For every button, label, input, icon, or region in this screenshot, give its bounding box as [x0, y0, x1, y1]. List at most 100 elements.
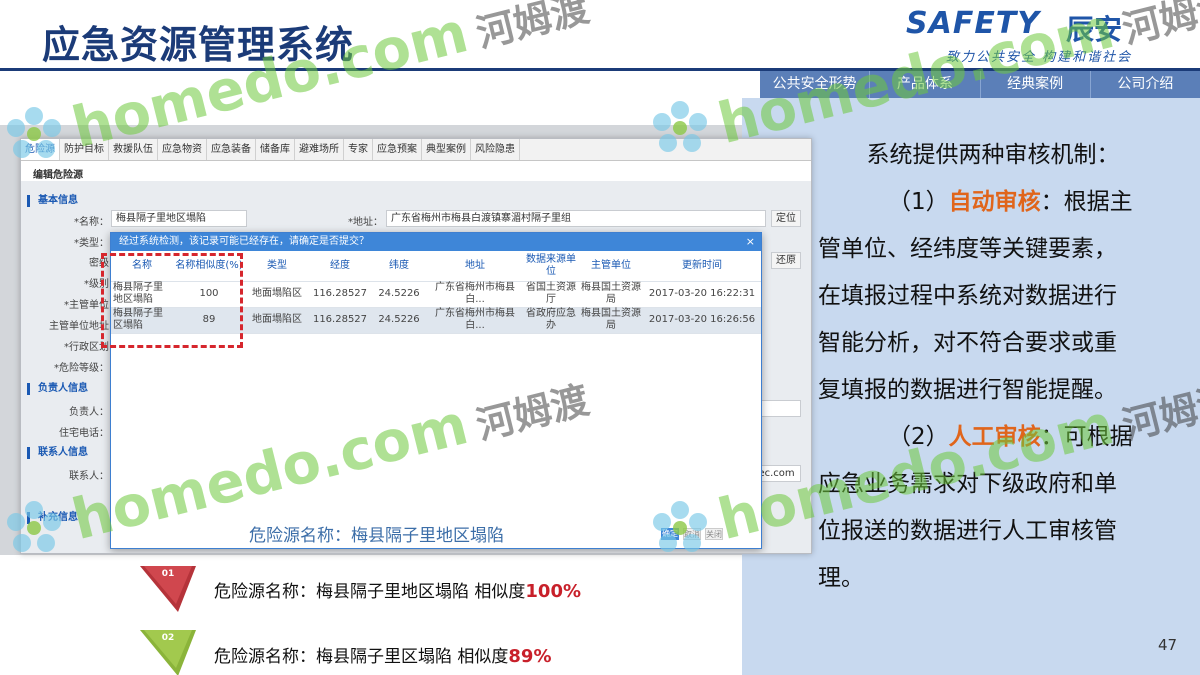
nav-item-company[interactable]: 公司介绍 — [1091, 71, 1200, 98]
manual-text-4: 理。 — [818, 565, 864, 591]
logo-slogan: 致力公共安全 构建和谐社会 — [946, 50, 1133, 65]
nav-item-cases[interactable]: 经典案例 — [981, 71, 1091, 98]
col-type: 类型 — [245, 251, 309, 282]
ribbon-02: 02 — [140, 630, 196, 675]
restore-button[interactable]: 还原 — [771, 252, 801, 269]
cell-address: 广东省梅州市梅县白... — [427, 281, 523, 308]
section-contact-info: 联系人信息 — [27, 447, 88, 459]
bottom-line-2: 危险源名称：梅县隔子里区塌陷 相似度89% — [214, 642, 552, 667]
label-danger-level: *危险等级： — [54, 363, 109, 374]
section-basic-info: 基本信息 — [27, 195, 78, 207]
manual-review-line: （2）人工审核：可根据 — [818, 414, 1168, 461]
logo-chinese: 辰安 — [1066, 13, 1123, 46]
manual-prefix: （2） — [888, 424, 949, 450]
name-field[interactable]: 梅县隔子里地区塌陷 — [111, 210, 247, 227]
col-update-time: 更新时间 — [643, 251, 761, 282]
cell-update-time: 2017-03-20 16:26:56 — [643, 307, 761, 334]
close-icon[interactable]: × — [746, 233, 755, 251]
tab-supplies[interactable]: 应急物资 — [158, 139, 207, 160]
nav-item-security-situation[interactable]: 公共安全形势 — [760, 71, 871, 98]
intro-line: 系统提供两种审核机制： — [866, 142, 1120, 168]
cancel-button[interactable]: 取消 — [683, 528, 701, 540]
tab-shelter[interactable]: 避难场所 — [295, 139, 344, 160]
cell-latitude: 24.5226 — [371, 281, 427, 308]
dialog-caption: 危险源名称：梅县隔子里地区塌陷 — [249, 526, 504, 546]
slide-title: 应急资源管理系统 — [42, 23, 355, 67]
tab-warehouse[interactable]: 储备库 — [256, 139, 295, 160]
cell-longitude: 116.28527 — [309, 307, 371, 334]
dialog-header: 经过系统检测，该记录可能已经存在，请确定是否提交？ × — [111, 233, 761, 251]
label-secret-level: 密级 — [89, 258, 109, 269]
description-text: 系统提供两种审核机制： （1）自动审核：根据主 管单位、经纬度等关键要素， 在填… — [818, 132, 1168, 602]
top-nav: 公共安全形势 产品体系 经典案例 公司介绍 — [760, 71, 1200, 98]
locate-button[interactable]: 定位 — [771, 210, 801, 227]
label-region: *行政区划 — [64, 342, 109, 353]
auto-text-4: 智能分析，对不符合要求或重 — [818, 330, 1117, 356]
label-level: *级别 — [84, 279, 109, 290]
label-address: *地址： — [348, 217, 383, 228]
tab-expert[interactable]: 专家 — [344, 139, 373, 160]
tab-plan[interactable]: 应急预案 — [373, 139, 422, 160]
tab-equipment[interactable]: 应急装备 — [207, 139, 256, 160]
cell-source-unit: 省政府应急办 — [523, 307, 579, 334]
col-source-unit: 数据来源单位 — [523, 251, 579, 282]
ribbon-number: 02 — [161, 633, 175, 643]
cell-latitude: 24.5226 — [371, 307, 427, 334]
label-unit-address: 主管单位地址 — [49, 321, 109, 332]
cell-type: 地面塌陷区 — [245, 281, 309, 308]
manual-text-1: ：可根据 — [1040, 424, 1133, 450]
person-extra-field[interactable] — [761, 400, 801, 417]
section-extra-info: 补充信息 — [27, 512, 78, 524]
col-latitude: 纬度 — [371, 251, 427, 282]
dialog-title: 经过系统检测，该记录可能已经存在，请确定是否提交？ — [119, 236, 369, 247]
tab-case[interactable]: 典型案例 — [422, 139, 471, 160]
label-unit: *主管单位 — [64, 300, 109, 311]
manual-review-label: 人工审核 — [948, 424, 1041, 450]
cell-type: 地面塌陷区 — [245, 307, 309, 334]
highlight-dashed-box — [101, 253, 243, 348]
label-name: *名称： — [74, 217, 109, 228]
tab-protection-target[interactable]: 防护目标 — [60, 139, 109, 160]
auto-review-line: （1）自动审核：根据主 — [818, 179, 1168, 226]
auto-text-1: ：根据主 — [1040, 189, 1133, 215]
ribbon-number: 01 — [161, 569, 175, 579]
manual-text-3: 位报送的数据进行人工审核管 — [818, 518, 1117, 544]
bottom-line-text: 危险源名称：梅县隔子里地区塌陷 相似度 — [214, 582, 526, 602]
company-logo: SAFETY 辰安 致力公共安全 构建和谐社会 — [906, 6, 1166, 65]
nav-item-products[interactable]: 产品体系 — [870, 71, 981, 98]
tab-risk[interactable]: 风险隐患 — [471, 139, 520, 160]
resource-tabs: 危险源 防护目标 救援队伍 应急物资 应急装备 储备库 避难场所 专家 应急预案… — [21, 139, 811, 161]
manual-text-2: 应急业务需求对下级政府和单 — [818, 471, 1117, 497]
col-address: 地址 — [427, 251, 523, 282]
col-longitude: 经度 — [309, 251, 371, 282]
tab-hazard-source[interactable]: 危险源 — [21, 139, 60, 160]
tab-rescue-team[interactable]: 救援队伍 — [109, 139, 158, 160]
cell-address: 广东省梅州市梅县白... — [427, 307, 523, 334]
cell-manager-unit: 梅县国土资源局 — [579, 307, 643, 334]
page-number: 47 — [1158, 636, 1178, 654]
bottom-line-text: 危险源名称：梅县隔子里区塌陷 相似度 — [214, 647, 509, 667]
logo-english: SAFETY — [906, 6, 1040, 41]
label-home-phone: 住宅电话： — [59, 428, 109, 439]
close-button[interactable]: 关闭 — [705, 528, 723, 540]
cell-update-time: 2017-03-20 16:22:31 — [643, 281, 761, 308]
bottom-line-1: 危险源名称：梅县隔子里地区塌陷 相似度100% — [214, 577, 581, 602]
auto-text-2: 管单位、经纬度等关键要素， — [818, 236, 1117, 262]
auto-review-label: 自动审核 — [948, 189, 1041, 215]
col-manager-unit: 主管单位 — [579, 251, 643, 282]
dialog-buttons: 确定 取消 关闭 — [661, 528, 723, 540]
auto-text-3: 在填报过程中系统对数据进行 — [818, 283, 1117, 309]
cell-manager-unit: 梅县国土资源局 — [579, 281, 643, 308]
cell-longitude: 116.28527 — [309, 281, 371, 308]
address-field[interactable]: 广东省梅州市梅县白渡镇寨湄村隔子里组 — [386, 210, 766, 227]
form-title: 编辑危险源 — [33, 170, 83, 181]
similarity-percent: 100% — [525, 581, 582, 602]
confirm-button[interactable]: 确定 — [661, 528, 679, 540]
label-type: *类型： — [74, 238, 109, 249]
similarity-percent: 89% — [508, 646, 552, 667]
cell-source-unit: 省国土资源厅 — [523, 281, 579, 308]
slide-header: 应急资源管理系统 SAFETY 辰安 致力公共安全 构建和谐社会 — [0, 0, 1200, 72]
label-contact: 联系人： — [69, 471, 109, 482]
auto-prefix: （1） — [888, 189, 949, 215]
label-person: 负责人： — [69, 407, 109, 418]
